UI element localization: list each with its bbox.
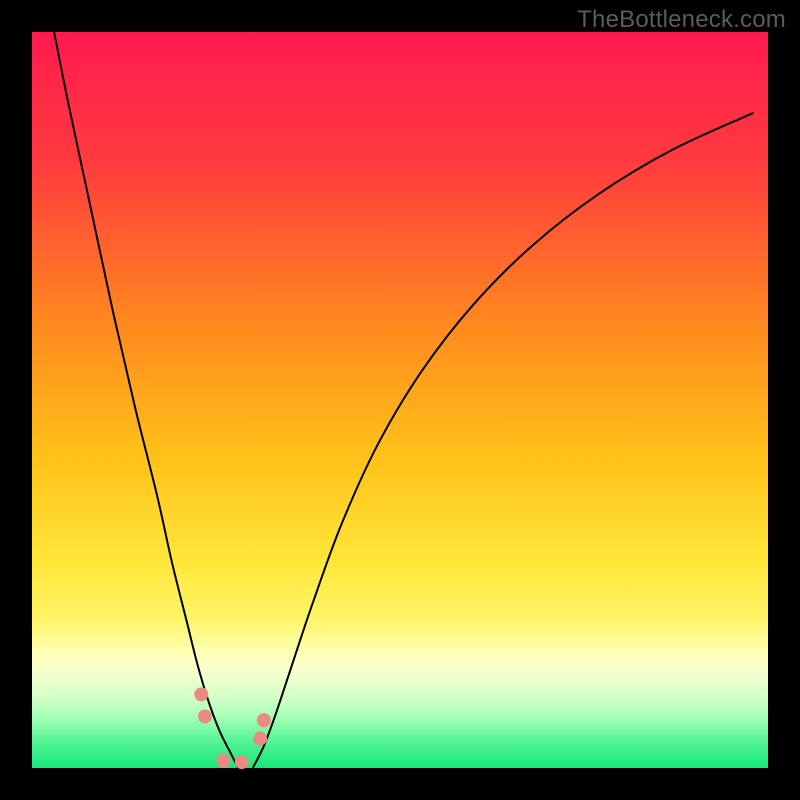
data-marker <box>257 713 271 727</box>
data-marker <box>198 709 212 723</box>
data-marker <box>235 755 249 769</box>
chart-frame: TheBottleneck.com <box>0 0 800 800</box>
data-marker <box>253 732 267 746</box>
curves-layer <box>32 32 768 768</box>
plot-area <box>32 32 768 768</box>
curve-right-curve <box>253 113 753 768</box>
data-marker <box>194 687 208 701</box>
data-marker <box>216 754 230 768</box>
curve-left-curve <box>54 32 238 768</box>
watermark-text: TheBottleneck.com <box>577 6 786 34</box>
